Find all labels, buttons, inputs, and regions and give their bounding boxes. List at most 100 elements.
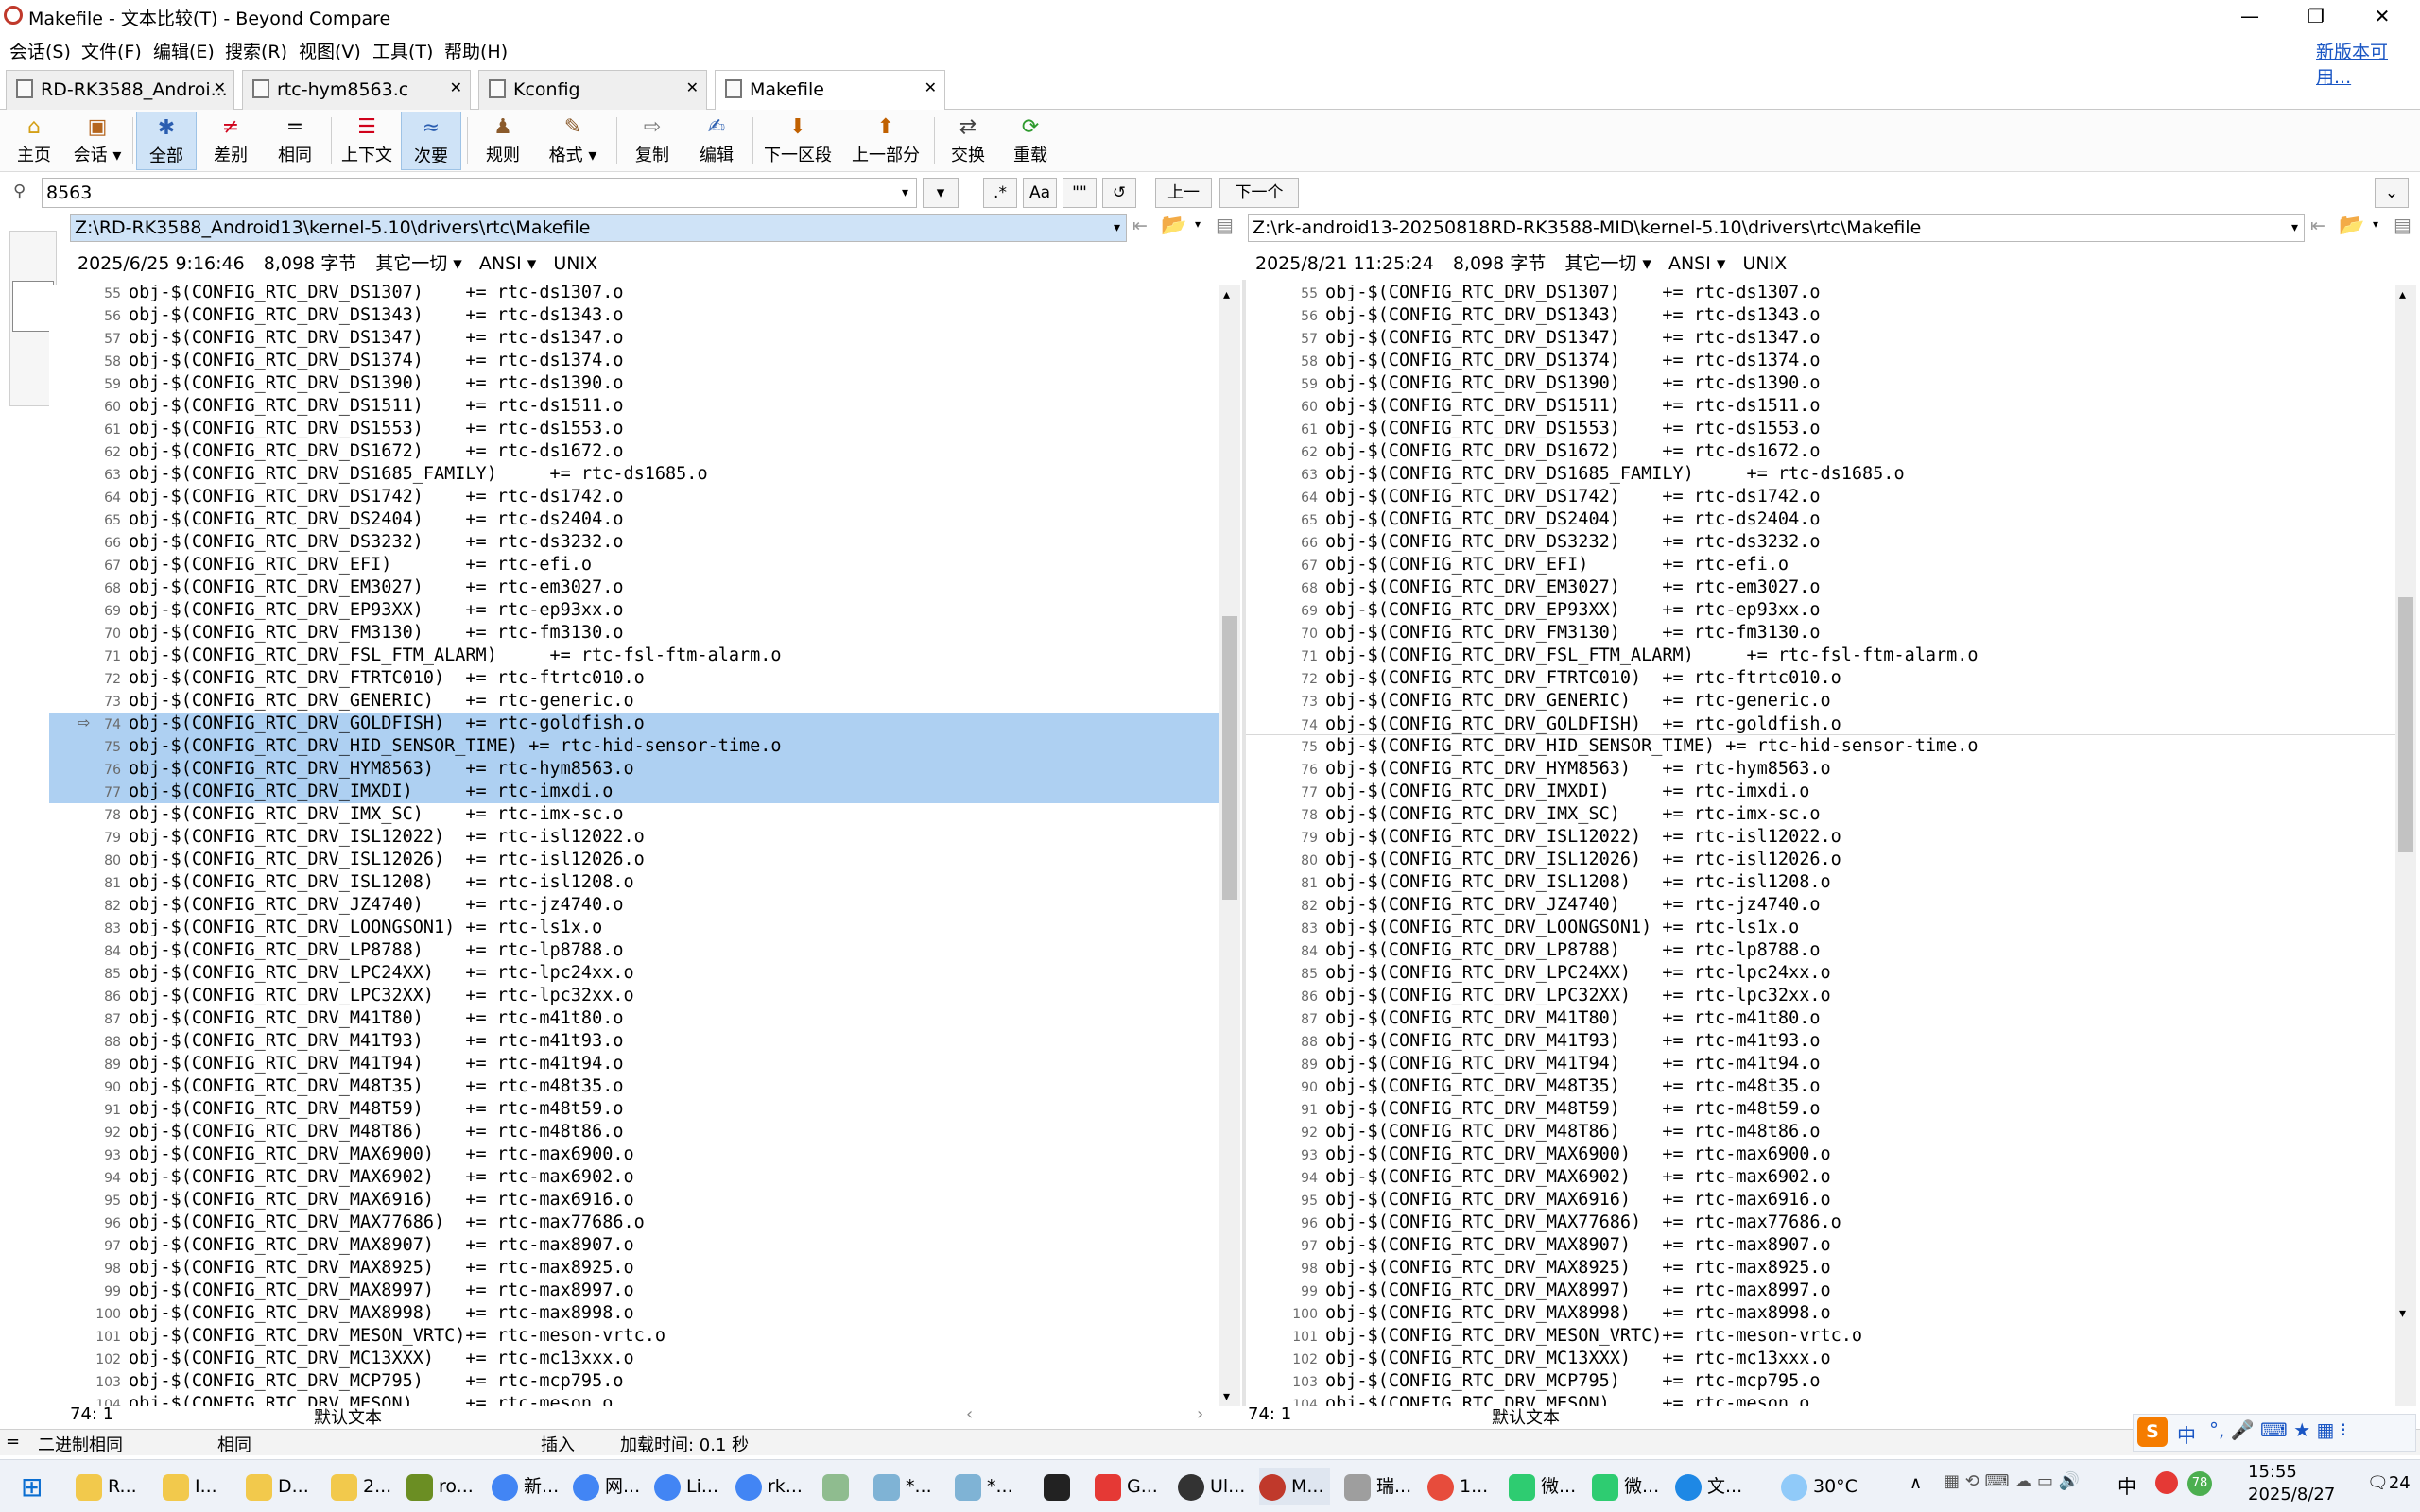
taskbar-app[interactable] — [822, 1468, 855, 1505]
right-code-line[interactable]: 68 obj-$(CONFIG_RTC_DRV_EM3027) += rtc-em… — [1246, 576, 2395, 599]
left-code-line[interactable]: 89 obj-$(CONFIG_RTC_DRV_M41T94) += rtc-m4… — [49, 1053, 1219, 1075]
hscroll-right-icon[interactable]: › — [1197, 1404, 1203, 1424]
close-icon[interactable]: ✕ — [925, 69, 937, 107]
taskbar-app[interactable]: Ul... — [1178, 1468, 1245, 1505]
scroll-up-icon[interactable]: ▴ — [1223, 287, 1230, 302]
left-code-line[interactable]: 96 obj-$(CONFIG_RTC_DRV_MAX77686) += rtc-… — [49, 1211, 1219, 1234]
chevron-down-icon[interactable]: ▾ — [2373, 217, 2378, 231]
taskbar-app[interactable]: I... — [163, 1468, 217, 1505]
chevron-down-icon[interactable]: ▾ — [1195, 217, 1201, 231]
right-code-line[interactable]: 64 obj-$(CONFIG_RTC_DRV_DS1742) += rtc-ds… — [1246, 486, 2395, 508]
left-code-line[interactable]: 56 obj-$(CONFIG_RTC_DRV_DS1343) += rtc-ds… — [49, 304, 1219, 327]
taskbar-app[interactable]: 文... — [1675, 1468, 1742, 1505]
taskbar-app[interactable] — [1044, 1468, 1076, 1505]
left-code-line[interactable]: 71 obj-$(CONFIG_RTC_DRV_FSL_FTM_ALARM) +=… — [49, 644, 1219, 667]
scroll-up-icon[interactable]: ▴ — [2399, 287, 2406, 302]
left-code-line[interactable]: 84 obj-$(CONFIG_RTC_DRV_LP8788) += rtc-lp… — [49, 939, 1219, 962]
right-code-line[interactable]: 60 obj-$(CONFIG_RTC_DRV_DS1511) += rtc-ds… — [1246, 395, 2395, 418]
right-code-line[interactable]: 94 obj-$(CONFIG_RTC_DRV_MAX6902) += rtc-m… — [1246, 1166, 2395, 1189]
scroll-down-icon[interactable]: ▾ — [1223, 1389, 1230, 1404]
right-scrollbar[interactable]: ▴ ▾ — [2395, 285, 2416, 1406]
expand-panel-button[interactable]: ⌄ — [2375, 178, 2409, 208]
left-code-line[interactable]: 99 obj-$(CONFIG_RTC_DRV_MAX8997) += rtc-m… — [49, 1280, 1219, 1302]
right-code-line[interactable]: 92 obj-$(CONFIG_RTC_DRV_M48T86) += rtc-m4… — [1246, 1121, 2395, 1143]
whole-word-toggle[interactable]: "" — [1063, 178, 1097, 208]
hscroll-left-icon[interactable]: ‹ — [966, 1404, 973, 1424]
right-path-input[interactable]: Z:\rk-android13-20250818RD-RK3588-MID\ke… — [1248, 214, 2305, 242]
left-other-dropdown[interactable]: 其它一切 ▾ — [375, 253, 462, 274]
right-eol[interactable]: UNIX — [1742, 253, 1787, 274]
find-next-button[interactable]: 下一个 — [1219, 178, 1299, 208]
right-code-line[interactable]: 69 obj-$(CONFIG_RTC_DRV_EP93XX) += rtc-ep… — [1246, 599, 2395, 622]
right-code-line[interactable]: 100 obj-$(CONFIG_RTC_DRV_MAX8998) += rtc-… — [1246, 1302, 2395, 1325]
home-button[interactable]: ⌂ 主页 — [9, 112, 59, 170]
save-icon[interactable]: ▤ — [2394, 214, 2411, 236]
taskbar-app[interactable]: 网... — [573, 1468, 640, 1505]
notification-icon[interactable]: 🗨24 — [2367, 1473, 2411, 1493]
weather-widget[interactable]: 30°C — [1781, 1468, 1858, 1505]
right-code-line[interactable]: 72 obj-$(CONFIG_RTC_DRV_FTRTC010) += rtc-… — [1246, 667, 2395, 690]
left-code-line[interactable]: 98 obj-$(CONFIG_RTC_DRV_MAX8925) += rtc-m… — [49, 1257, 1219, 1280]
menu-file[interactable]: 文件(F) — [81, 38, 142, 63]
history-icon[interactable]: ⇤ — [1132, 215, 1148, 236]
right-code-line[interactable]: 74 obj-$(CONFIG_RTC_DRV_GOLDFISH) += rtc-… — [1246, 713, 2395, 735]
right-code-line[interactable]: 66 obj-$(CONFIG_RTC_DRV_DS3232) += rtc-ds… — [1246, 531, 2395, 554]
history-icon[interactable]: ⇤ — [2310, 215, 2325, 236]
match-case-toggle[interactable]: Aa — [1023, 178, 1057, 208]
overview-viewport[interactable] — [12, 281, 54, 332]
refresh-search-button[interactable]: ↺ — [1102, 178, 1136, 208]
save-icon[interactable]: ▤ — [1216, 214, 1234, 236]
filter-all-button[interactable]: ✱ 全部 — [136, 112, 197, 170]
right-code-line[interactable]: 71 obj-$(CONFIG_RTC_DRV_FSL_FTM_ALARM) +=… — [1246, 644, 2395, 667]
right-code-line[interactable]: 81 obj-$(CONFIG_RTC_DRV_ISL1208) += rtc-i… — [1246, 871, 2395, 894]
left-code-line[interactable]: 61 obj-$(CONFIG_RTC_DRV_DS1553) += rtc-ds… — [49, 418, 1219, 440]
left-code-line[interactable]: 95 obj-$(CONFIG_RTC_DRV_MAX6916) += rtc-m… — [49, 1189, 1219, 1211]
right-code-line[interactable]: 62 obj-$(CONFIG_RTC_DRV_DS1672) += rtc-ds… — [1246, 440, 2395, 463]
taskbar-app[interactable]: D... — [246, 1468, 309, 1505]
right-code-line[interactable]: 98 obj-$(CONFIG_RTC_DRV_MAX8925) += rtc-m… — [1246, 1257, 2395, 1280]
left-code-line[interactable]: 97 obj-$(CONFIG_RTC_DRV_MAX8907) += rtc-m… — [49, 1234, 1219, 1257]
security-badge[interactable]: 78 — [2187, 1471, 2212, 1496]
right-code-line[interactable]: 73 obj-$(CONFIG_RTC_DRV_GENERIC) += rtc-g… — [1246, 690, 2395, 713]
left-code-line[interactable]: 59 obj-$(CONFIG_RTC_DRV_DS1390) += rtc-ds… — [49, 372, 1219, 395]
right-code-line[interactable]: 70 obj-$(CONFIG_RTC_DRV_FM3130) += rtc-fm… — [1246, 622, 2395, 644]
left-code-line[interactable]: 76 obj-$(CONFIG_RTC_DRV_HYM8563) += rtc-h… — [49, 758, 1219, 781]
right-code-line[interactable]: 61 obj-$(CONFIG_RTC_DRV_DS1553) += rtc-ds… — [1246, 418, 2395, 440]
left-code-line[interactable]: 92 obj-$(CONFIG_RTC_DRV_M48T86) += rtc-m4… — [49, 1121, 1219, 1143]
menu-session[interactable]: 会话(S) — [9, 38, 71, 63]
right-code-line[interactable]: 95 obj-$(CONFIG_RTC_DRV_MAX6916) += rtc-m… — [1246, 1189, 2395, 1211]
minor-button[interactable]: ≈ 次要 — [401, 112, 461, 170]
left-code-line[interactable]: 79 obj-$(CONFIG_RTC_DRV_ISL12022) += rtc-… — [49, 826, 1219, 849]
left-code-line[interactable]: 72 obj-$(CONFIG_RTC_DRV_FTRTC010) += rtc-… — [49, 667, 1219, 690]
ime-indicator[interactable]: 中 — [2118, 1471, 2136, 1499]
taskbar-app[interactable]: ro... — [406, 1468, 474, 1505]
copy-button[interactable]: ⇨ 复制 — [622, 112, 683, 170]
chevron-down-icon[interactable]: ▾ — [1114, 215, 1120, 241]
menu-help[interactable]: 帮助(H) — [444, 38, 508, 63]
right-code-line[interactable]: 89 obj-$(CONFIG_RTC_DRV_M41T94) += rtc-m4… — [1246, 1053, 2395, 1075]
taskbar-app[interactable]: *... — [873, 1468, 932, 1505]
left-code-line[interactable]: 68 obj-$(CONFIG_RTC_DRV_EM3027) += rtc-em… — [49, 576, 1219, 599]
open-folder-icon[interactable]: 📂 — [2339, 214, 2364, 237]
left-code-line[interactable]: 102 obj-$(CONFIG_RTC_DRV_MC13XXX) += rtc-… — [49, 1348, 1219, 1370]
close-icon[interactable]: ✕ — [450, 69, 462, 107]
right-code-line[interactable]: 103 obj-$(CONFIG_RTC_DRV_MCP795) += rtc-m… — [1246, 1370, 2395, 1393]
close-button[interactable]: ✕ — [2354, 0, 2411, 32]
right-other-dropdown[interactable]: 其它一切 ▾ — [1564, 253, 1651, 274]
right-code-line[interactable]: 82 obj-$(CONFIG_RTC_DRV_JZ4740) += rtc-jz… — [1246, 894, 2395, 917]
taskbar-app[interactable]: 微... — [1509, 1468, 1576, 1505]
taskbar-app[interactable]: 瑞... — [1344, 1468, 1411, 1505]
left-code-line[interactable]: 69 obj-$(CONFIG_RTC_DRV_EP93XX) += rtc-ep… — [49, 599, 1219, 622]
right-code-line[interactable]: 65 obj-$(CONFIG_RTC_DRV_DS2404) += rtc-ds… — [1246, 508, 2395, 531]
taskbar-app[interactable]: G... — [1095, 1468, 1158, 1505]
left-code-line[interactable]: 63 obj-$(CONFIG_RTC_DRV_DS1685_FAMILY) +=… — [49, 463, 1219, 486]
tab-rtc-hym8563[interactable]: rtc-hym8563.c ✕ — [242, 70, 471, 110]
left-code-line[interactable]: 62 obj-$(CONFIG_RTC_DRV_DS1672) += rtc-ds… — [49, 440, 1219, 463]
taskbar-app[interactable]: *... — [955, 1468, 1013, 1505]
chevron-down-icon[interactable]: ▾ — [902, 179, 908, 207]
right-code-line[interactable]: 87 obj-$(CONFIG_RTC_DRV_M41T80) += rtc-m4… — [1246, 1007, 2395, 1030]
right-code-line[interactable]: 93 obj-$(CONFIG_RTC_DRV_MAX6900) += rtc-m… — [1246, 1143, 2395, 1166]
filter-same-button[interactable]: = 相同 — [265, 112, 325, 170]
right-code-line[interactable]: 101 obj-$(CONFIG_RTC_DRV_MESON_VRTC)+= rt… — [1246, 1325, 2395, 1348]
maximize-button[interactable]: ❐ — [2288, 0, 2344, 32]
